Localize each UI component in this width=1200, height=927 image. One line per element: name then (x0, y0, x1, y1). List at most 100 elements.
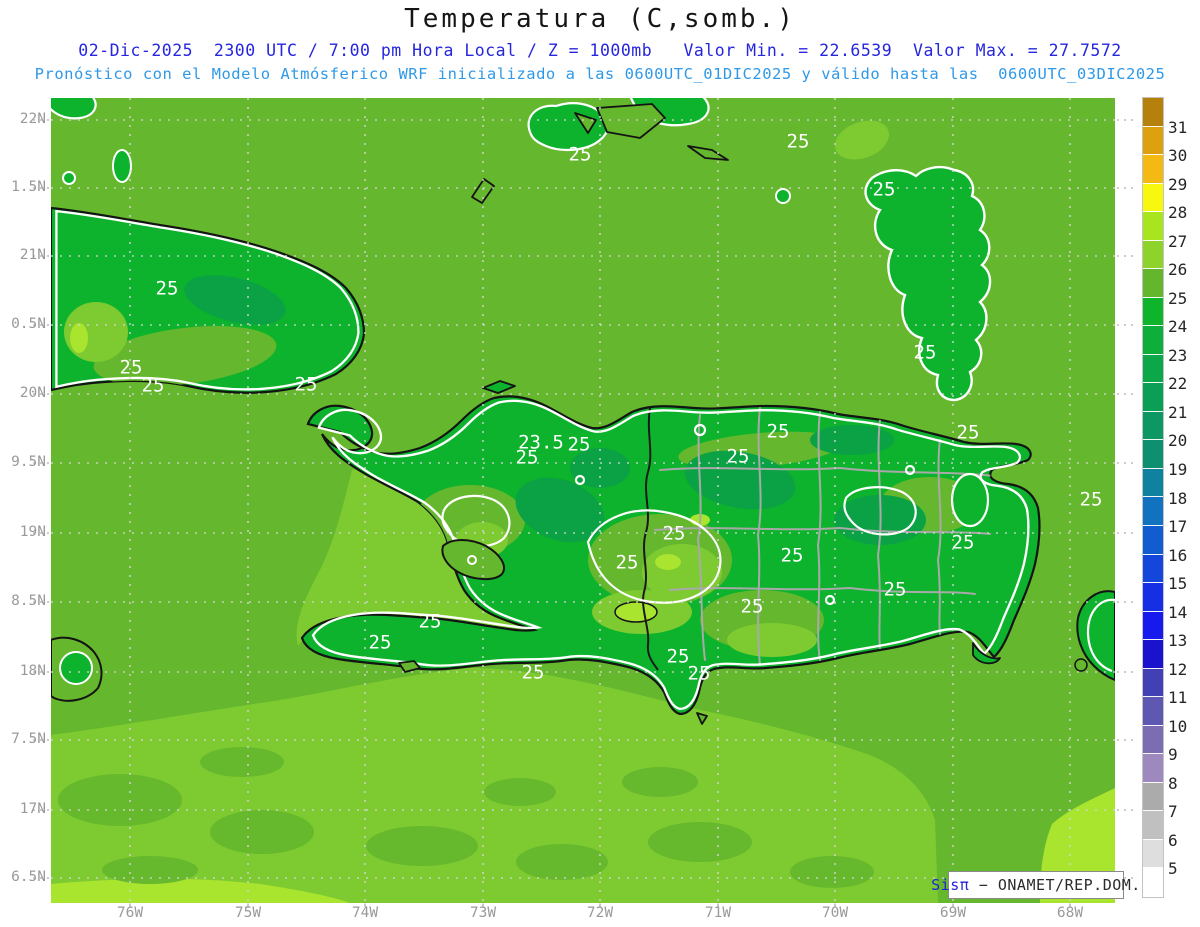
lon-tick-label: 74W (351, 905, 379, 921)
colorbar-band (1143, 839, 1163, 869)
small-cool-spot-2 (112, 149, 132, 183)
colorbar-tick-label: 14 (1168, 602, 1188, 622)
lat-tick-label: 8.5N (11, 593, 46, 609)
colorbar-tick-label: 28 (1168, 203, 1188, 223)
colorbar-band (1143, 98, 1163, 127)
colorbar-band (1143, 468, 1163, 498)
lon-tick-label: 72W (586, 905, 614, 921)
small-cool-spot-3 (62, 171, 76, 185)
colorbar-band (1143, 383, 1163, 412)
colorbar-tick-label: 8 (1168, 773, 1178, 793)
colorbar-band (1143, 754, 1163, 783)
colorbar-tick-label: 26 (1168, 260, 1188, 280)
contour-label-25: 25 (873, 179, 896, 201)
colorbar-band (1143, 183, 1163, 213)
colorbar-band (1143, 297, 1163, 327)
colorbar-band (1143, 611, 1163, 641)
lat-tick-label: 7.5N (11, 731, 46, 747)
contour-label-25: 25 (688, 663, 711, 685)
lon-tick-label: 73W (469, 905, 497, 921)
colorbar-tick-label: 13 (1168, 631, 1188, 651)
contour-label-25: 25 (781, 545, 804, 567)
colorbar-tick-label: 30 (1168, 146, 1188, 166)
lon-tick-label: 75W (234, 905, 262, 921)
lon-tick-label: 76W (116, 905, 144, 921)
weather-map-page: Temperatura (C,somb.) 02-Dic-2025 2300 U… (0, 0, 1200, 927)
colorbar-tick-label: 11 (1168, 688, 1188, 708)
colorbar-tick-label: 27 (1168, 231, 1188, 251)
colorbar-band (1143, 497, 1163, 526)
colorbar-tick-label: 21 (1168, 402, 1188, 422)
colorbar-band (1143, 411, 1163, 441)
contour-label-25: 25 (741, 596, 764, 618)
colorbar-tick-label: 19 (1168, 459, 1188, 479)
colorbar-band (1143, 583, 1163, 612)
small-cool-spot (775, 188, 791, 204)
contour-label-25: 25 (663, 523, 686, 545)
contour-label-25: 25 (616, 552, 639, 574)
lon-tick-label: 70W (821, 905, 849, 921)
contour-label-25: 25 (569, 144, 592, 166)
lat-tick-label: 6.5N (11, 869, 46, 885)
colorbar-tick-label: 6 (1168, 830, 1178, 850)
colorbar-tick-label: 18 (1168, 488, 1188, 508)
colorbar-band (1143, 326, 1163, 355)
colorbar-band (1143, 868, 1163, 897)
contour-label-25: 25 (667, 646, 690, 668)
forecast-map: 25252525252525 2523.5 252525252525 25252525… (33, 98, 1133, 907)
colorbar-band (1143, 212, 1163, 241)
lat-tick-label: 22N (19, 111, 46, 127)
colorbar-tick-label: 29 (1168, 174, 1188, 194)
onamet-label: − ONAMET/REP.DOM. (969, 876, 1141, 894)
colorbar-tick-label: 17 (1168, 517, 1188, 537)
temperature-colorbar (1142, 97, 1164, 898)
colorbar-tick-label: 15 (1168, 574, 1188, 594)
jamaica-cool-spot (59, 651, 93, 685)
colorbar-tick-label: 16 (1168, 545, 1188, 565)
colorbar-band (1143, 554, 1163, 584)
colorbar-band (1143, 155, 1163, 184)
attribution-box: Sisπ − ONAMET/REP.DOM. (931, 871, 1140, 899)
colorbar-band (1143, 126, 1163, 156)
lat-tick-label: 20N (19, 385, 46, 401)
colorbar-tick-label: 7 (1168, 802, 1178, 822)
lon-tick-label: 69W (939, 905, 967, 921)
lon-tick-label: 71W (704, 905, 732, 921)
contour-label-25: 25 (369, 632, 392, 654)
contour-label-25: 25 (914, 342, 937, 364)
lat-tick-label: 18N (19, 663, 46, 679)
lon-tick-label: 68W (1056, 905, 1084, 921)
contour-label-25: 25 (120, 357, 143, 379)
contour-label-25: 25 (884, 579, 907, 601)
contour-label-25: 25 (142, 375, 165, 397)
colorbar-band (1143, 525, 1163, 555)
contour-label-25: 25 (787, 131, 810, 153)
colorbar-tick-label: 25 (1168, 288, 1188, 308)
colorbar-band (1143, 440, 1163, 469)
lat-tick-label: 19N (19, 524, 46, 540)
colorbar-tick-label: 12 (1168, 659, 1188, 679)
colorbar-tick-label: 5 (1168, 859, 1178, 879)
colorbar-tick-label: 20 (1168, 431, 1188, 451)
contour-label-25: 25 (1080, 489, 1103, 511)
colorbar-band (1143, 240, 1163, 270)
contour-label-25: 25 (295, 374, 318, 396)
colorbar-band (1143, 811, 1163, 840)
lat-tick-label: 0.5N (11, 316, 46, 332)
offshore-cool-blob (950, 472, 990, 528)
contour-label-25: 25 (568, 434, 591, 456)
colorbar-band (1143, 269, 1163, 298)
lat-tick-label: 1.5N (11, 179, 46, 195)
contour-label-25: 25 (156, 278, 179, 300)
contour-label-25: 25 (522, 662, 545, 684)
lat-tick-label: 17N (19, 801, 46, 817)
contour-label-25: 25 (957, 422, 980, 444)
lat-tick-label: 21N (19, 247, 46, 263)
mona-island (1074, 658, 1088, 672)
colorbar-band (1143, 725, 1163, 755)
colorbar-band (1143, 697, 1163, 726)
colorbar-tick-label: 31 (1168, 117, 1188, 137)
lat-tick-label: 9.5N (11, 454, 46, 470)
colorbar-tick-label: 22 (1168, 374, 1188, 394)
contour-label-25: 25 (767, 421, 790, 443)
